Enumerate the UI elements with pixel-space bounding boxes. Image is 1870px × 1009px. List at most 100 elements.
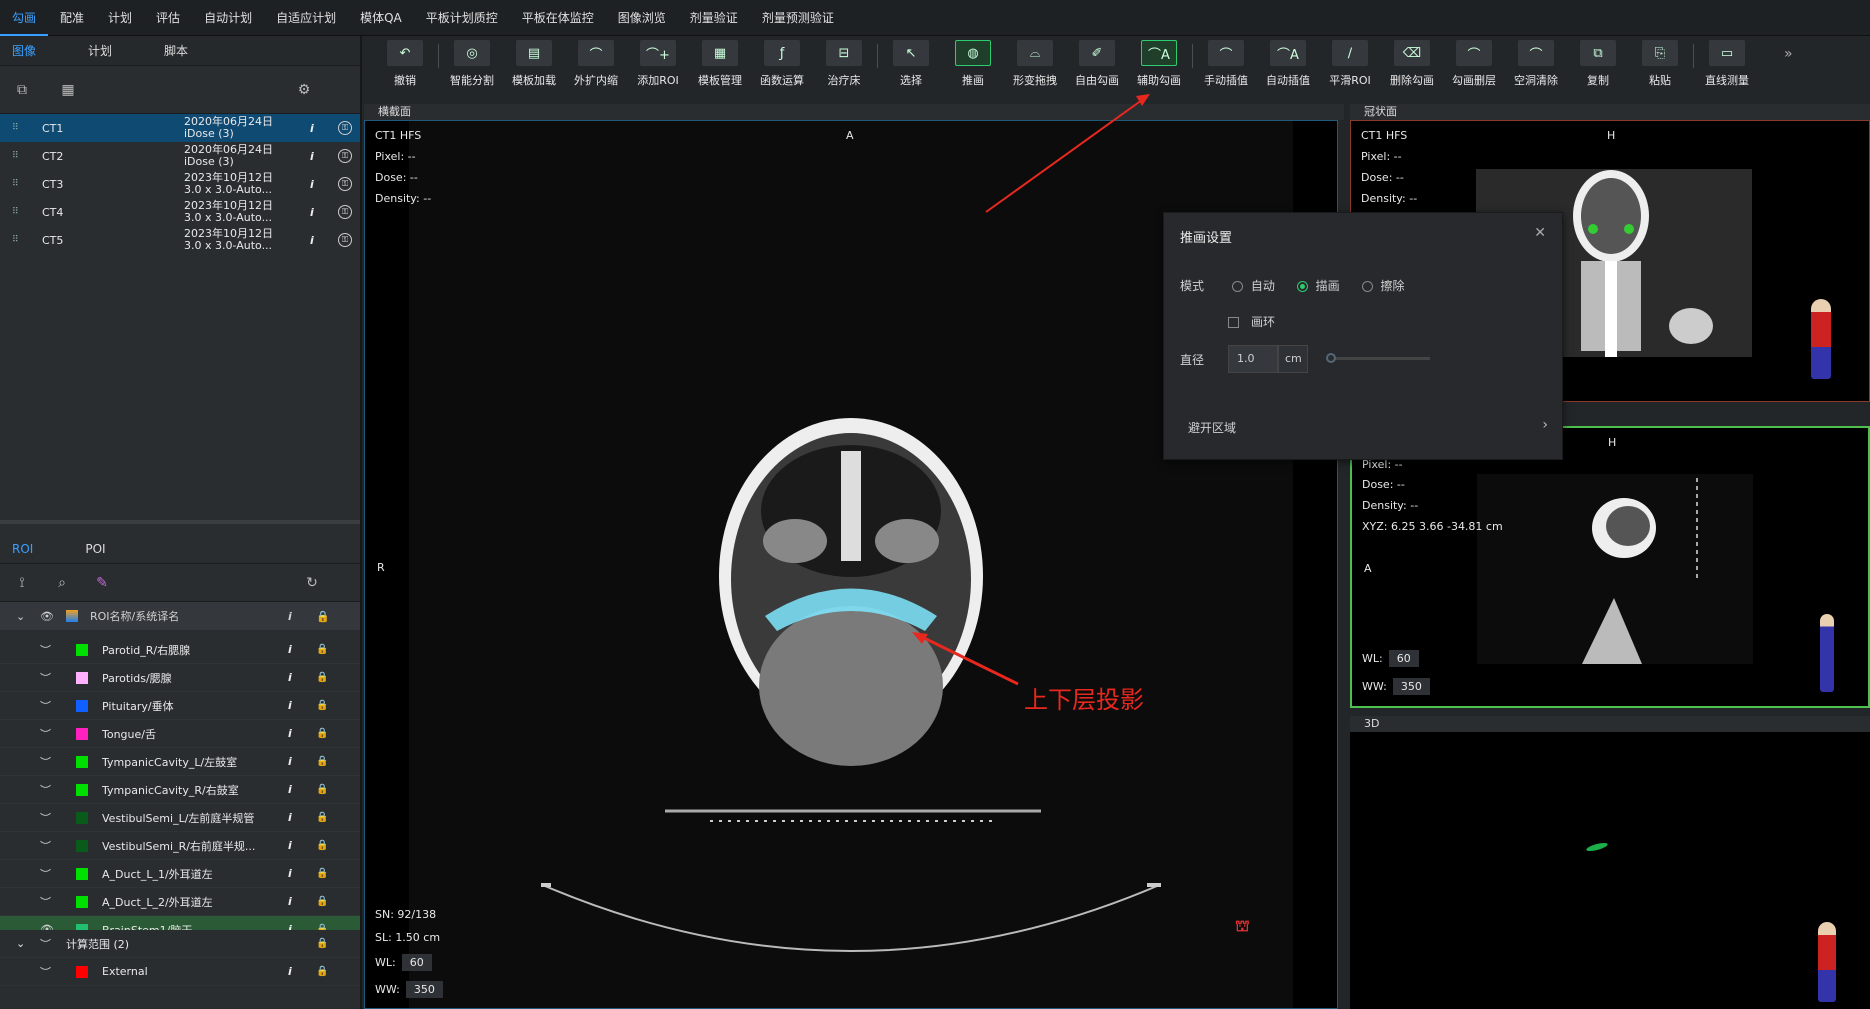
delete-layer-button[interactable]: ⌒ 勾画删层 bbox=[1443, 36, 1505, 92]
eye-closed-icon[interactable]: ︶ bbox=[40, 754, 76, 770]
menu-plan[interactable]: 计划 bbox=[96, 0, 144, 36]
roi-row[interactable]: ︶ Parotid_R/右腮腺 i 🔒 bbox=[0, 636, 360, 664]
tab-roi[interactable]: ROI bbox=[0, 542, 45, 556]
roi-row[interactable]: ︶ Tongue/舌 i 🔒 bbox=[0, 720, 360, 748]
image-row-ct3[interactable]: ⠿ CT3 2023年10月12日 3.0 x 3.0-Auto... i ⚿ bbox=[0, 170, 360, 198]
select-button[interactable]: ↖ 选择 bbox=[880, 36, 942, 92]
wl-input[interactable]: 60 bbox=[1388, 650, 1419, 667]
lock-icon[interactable]: 🔒 bbox=[316, 756, 328, 767]
menu-phantom-qa[interactable]: 模体QA bbox=[348, 0, 414, 36]
eye-closed-icon[interactable]: ︶ bbox=[40, 964, 76, 980]
lock-icon[interactable]: 🔒 bbox=[316, 812, 328, 823]
info-icon[interactable]: i bbox=[288, 839, 292, 852]
mode-erase-radio[interactable]: 擦除 bbox=[1361, 279, 1405, 293]
menu-adaptive-plan[interactable]: 自适应计划 bbox=[264, 0, 348, 36]
free-draw-button[interactable]: ✐ 自由勾画 bbox=[1066, 36, 1128, 92]
roi-row[interactable]: ︶ Parotids/腮腺 i 🔒 bbox=[0, 664, 360, 692]
eye-closed-icon[interactable]: ︶ bbox=[40, 642, 76, 658]
eye-icon[interactable]: 👁 bbox=[40, 923, 76, 930]
diameter-input[interactable]: 1.0 bbox=[1228, 345, 1278, 373]
eye-closed-icon[interactable]: ︶ bbox=[40, 866, 76, 882]
grid-icon[interactable]: ▦ bbox=[58, 80, 78, 100]
lock-icon[interactable]: ⚿ bbox=[338, 149, 352, 163]
collapse-icon[interactable]: ⌄ bbox=[16, 937, 40, 950]
settings-grid-icon[interactable]: ⚙ bbox=[294, 80, 314, 100]
lock-icon[interactable]: 🔒 bbox=[316, 644, 328, 655]
eye-icon[interactable]: 👁 bbox=[40, 610, 66, 623]
lock-icon[interactable]: 🔒 bbox=[316, 966, 328, 977]
image-row-ct1[interactable]: ⠿ CT1 2020年06月24日 iDose (3) i ⚿ bbox=[0, 114, 360, 142]
lock-icon[interactable]: 🔒 bbox=[316, 700, 328, 711]
info-icon[interactable]: i bbox=[310, 150, 314, 163]
roi-color[interactable] bbox=[76, 965, 88, 978]
lock-icon[interactable]: 🔒 bbox=[316, 840, 328, 851]
smooth-roi-button[interactable]: ∕ 平滑ROI bbox=[1319, 36, 1381, 92]
deform-drag-button[interactable]: ⌓ 形变拖拽 bbox=[1004, 36, 1066, 92]
info-icon[interactable]: i bbox=[310, 178, 314, 191]
info-icon[interactable]: i bbox=[288, 783, 292, 796]
info-icon[interactable]: i bbox=[288, 867, 292, 880]
paste-button[interactable]: ⎘ 粘贴 bbox=[1629, 36, 1691, 92]
roi-group-calc[interactable]: ⌄ ︶ 计算范围 (2) 🔒 bbox=[0, 930, 360, 958]
roi-color[interactable] bbox=[76, 671, 88, 684]
menu-flat-invivo[interactable]: 平板在体监控 bbox=[510, 0, 606, 36]
function-ops-button[interactable]: ƒ 函数运算 bbox=[751, 36, 813, 92]
lock-icon[interactable]: 🔒 bbox=[316, 672, 328, 683]
lock-icon[interactable]: ⚿ bbox=[338, 177, 352, 191]
add-roi-button[interactable]: ⌒+ 添加ROI bbox=[627, 36, 689, 92]
mode-auto-radio[interactable]: 自动 bbox=[1231, 279, 1275, 293]
drag-handle-icon[interactable]: ⠿ bbox=[12, 151, 26, 161]
delete-contour-button[interactable]: ⌫ 删除勾画 bbox=[1381, 36, 1443, 92]
roi-color[interactable] bbox=[76, 755, 88, 768]
lock-icon[interactable]: 🔒 bbox=[316, 868, 328, 879]
roi-color[interactable] bbox=[76, 867, 88, 880]
roi-color[interactable] bbox=[76, 783, 88, 796]
info-icon[interactable]: i bbox=[310, 234, 314, 247]
collapse-icon[interactable]: ⌄ bbox=[16, 610, 40, 623]
menu-image-browse[interactable]: 图像浏览 bbox=[606, 0, 678, 36]
eye-closed-icon[interactable]: ︶ bbox=[40, 670, 76, 686]
roi-row[interactable]: ︶ VestibulSemi_R/右前庭半规... i 🔒 bbox=[0, 832, 360, 860]
ww-input[interactable]: 350 bbox=[1392, 678, 1430, 695]
tab-poi[interactable]: POI bbox=[73, 542, 117, 556]
undo-button[interactable]: ↶ 撤销 bbox=[374, 36, 436, 92]
lock-icon[interactable]: ⚿ bbox=[338, 233, 352, 247]
roi-search-icon[interactable]: ⌕ bbox=[52, 573, 72, 593]
line-measure-button[interactable]: ▭ 直线测量 bbox=[1696, 36, 1758, 92]
drag-handle-icon[interactable]: ⠿ bbox=[12, 123, 26, 133]
info-icon[interactable]: i bbox=[288, 699, 292, 712]
template-manage-button[interactable]: ▦ 模板管理 bbox=[689, 36, 751, 92]
drag-handle-icon[interactable]: ⠿ bbox=[12, 179, 26, 189]
ww-input[interactable]: 350 bbox=[405, 981, 443, 998]
image-row-ct4[interactable]: ⠿ CT4 2023年10月12日 3.0 x 3.0-Auto... i ⚿ bbox=[0, 198, 360, 226]
info-icon[interactable]: i bbox=[310, 122, 314, 135]
ring-checkbox[interactable]: 画环 bbox=[1228, 313, 1275, 330]
info-icon[interactable]: i bbox=[288, 755, 292, 768]
image-row-ct5[interactable]: ⠿ CT5 2023年10月12日 3.0 x 3.0-Auto... i ⚿ bbox=[0, 226, 360, 254]
tab-images[interactable]: 图像 bbox=[0, 42, 48, 59]
slider-handle[interactable] bbox=[1326, 353, 1336, 363]
lock-icon[interactable]: ⚿ bbox=[338, 121, 352, 135]
lock-icon[interactable]: 🔒 bbox=[316, 784, 328, 795]
copy-button[interactable]: ⧉ 复制 bbox=[1567, 36, 1629, 92]
template-load-button[interactable]: ▤ 模板加载 bbox=[503, 36, 565, 92]
menu-dose-verify[interactable]: 剂量验证 bbox=[678, 0, 750, 36]
avoid-region-row[interactable]: 避开区域 › bbox=[1188, 417, 1548, 436]
roi-row[interactable]: ︶ TympanicCavity_R/右鼓室 i 🔒 bbox=[0, 776, 360, 804]
eye-closed-icon[interactable]: ︶ bbox=[40, 782, 76, 798]
eye-closed-icon[interactable]: ︶ bbox=[40, 698, 76, 714]
view-3d[interactable] bbox=[1350, 732, 1870, 1009]
roi-color[interactable] bbox=[76, 727, 88, 740]
diameter-slider[interactable] bbox=[1330, 357, 1430, 360]
lock-icon[interactable]: 🔒 bbox=[316, 938, 328, 949]
roi-row[interactable]: ︶ TympanicCavity_L/左鼓室 i 🔒 bbox=[0, 748, 360, 776]
menu-auto-plan[interactable]: 自动计划 bbox=[192, 0, 264, 36]
roi-color[interactable] bbox=[76, 895, 88, 908]
info-icon[interactable]: i bbox=[288, 671, 292, 684]
eye-closed-icon[interactable]: ︶ bbox=[40, 838, 76, 854]
menu-contour[interactable]: 勾画 bbox=[0, 0, 49, 36]
close-icon[interactable]: ✕ bbox=[1534, 225, 1546, 241]
menu-dose-predict[interactable]: 剂量预测验证 bbox=[750, 0, 846, 36]
auto-interp-button[interactable]: ⌒A 自动插值 bbox=[1257, 36, 1319, 92]
eye-closed-icon[interactable]: ︶ bbox=[40, 894, 76, 910]
